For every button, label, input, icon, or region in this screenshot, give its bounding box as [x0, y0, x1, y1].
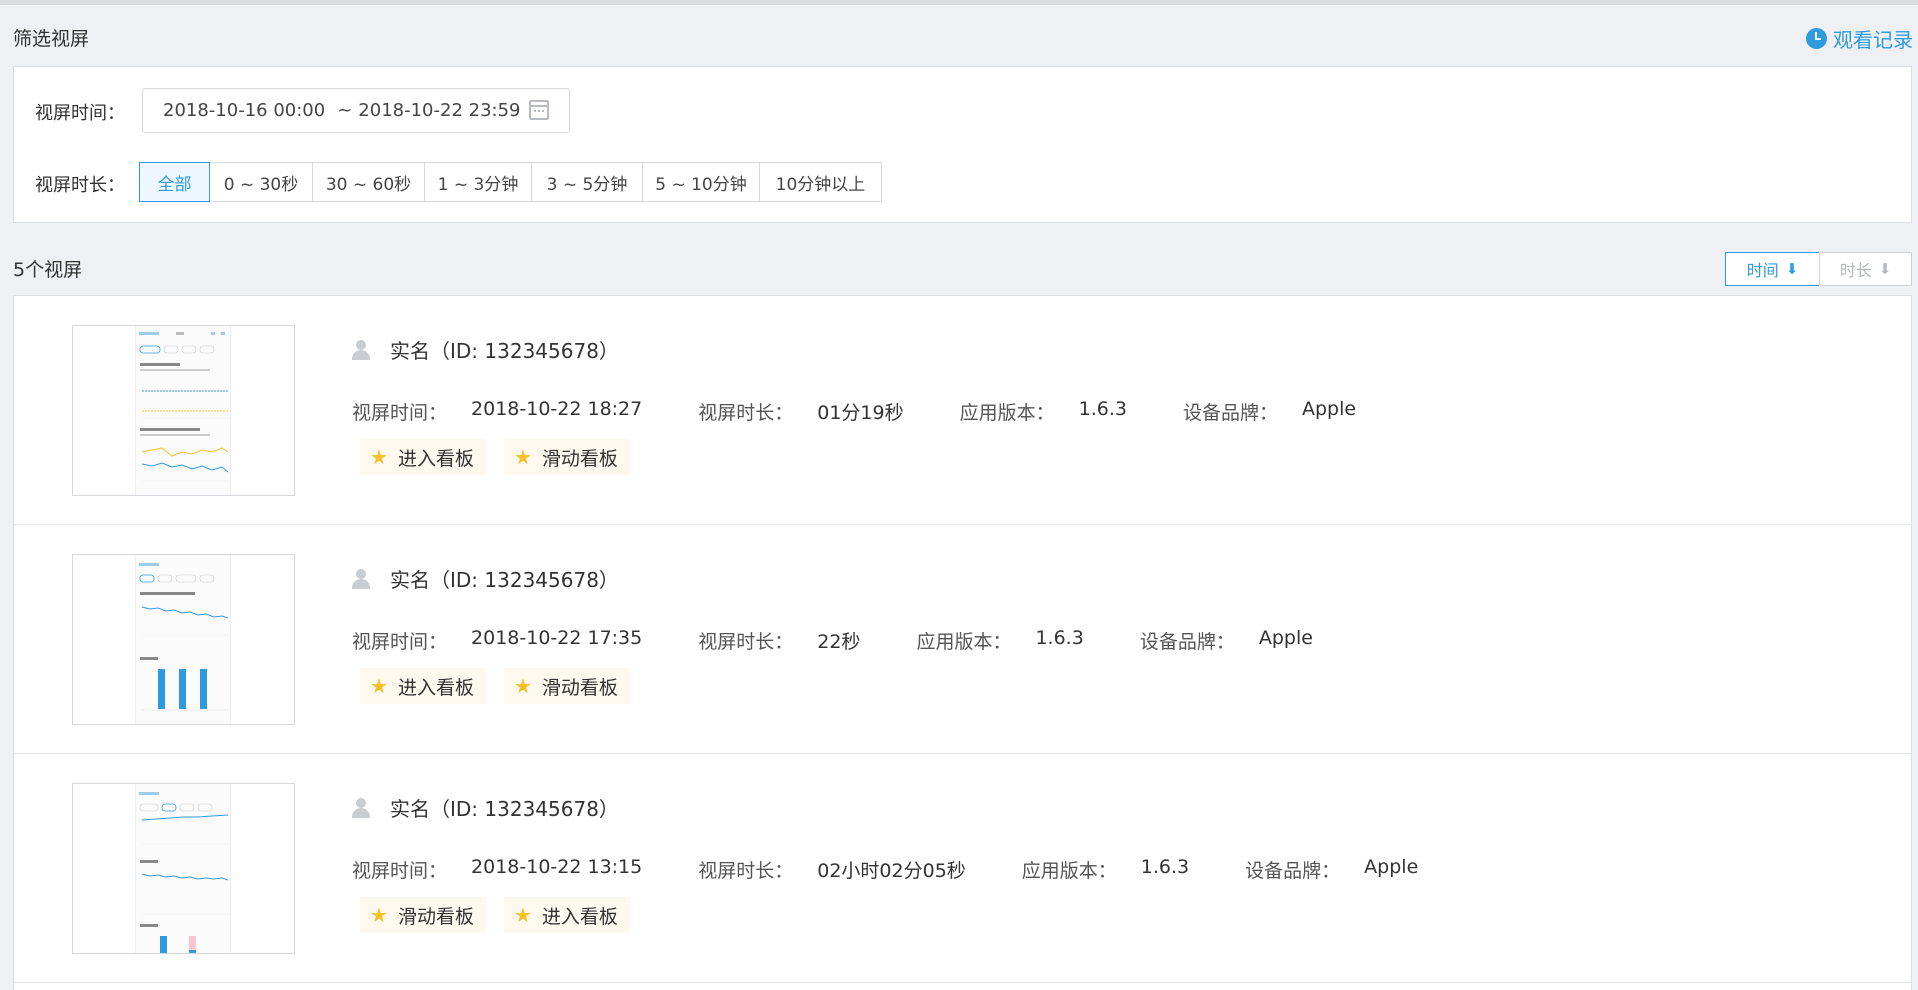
event-tag[interactable]: ★ 进入看板 — [360, 439, 486, 475]
meta-duration-key: 视屏时长： — [698, 402, 794, 424]
star-icon: ★ — [513, 445, 532, 469]
video-list: 实名（ID: 132345678） 视屏时间： 2018-10-22 18:27… — [13, 295, 1912, 990]
video-meta: 视屏时间： 2018-10-22 17:35 视屏时长： 22秒 应用版本： 1… — [352, 627, 1313, 654]
video-meta: 视屏时间： 2018-10-22 13:15 视屏时长： 02小时02分05秒 … — [352, 856, 1418, 883]
sort-by-duration-button[interactable]: 时长 ⬇ — [1819, 252, 1912, 286]
view-history-link[interactable]: 观看记录 — [1806, 24, 1913, 53]
clock-icon — [1806, 28, 1827, 49]
thumbnail-screen — [135, 326, 231, 495]
duration-option-0-30s[interactable]: 0 ~ 30秒 — [209, 162, 313, 202]
event-tag[interactable]: ★ 滑动看板 — [503, 668, 630, 704]
user-name: 实名（ID: 132345678） — [390, 568, 619, 592]
duration-filter-label: 视屏时长： — [35, 175, 125, 196]
event-tag-label: 进入看板 — [541, 905, 618, 928]
video-thumbnail[interactable] — [72, 554, 295, 725]
meta-time-value: 2018-10-22 13:15 — [471, 856, 643, 878]
user-info: 实名（ID: 132345678） — [352, 335, 619, 364]
user-info: 实名（ID: 132345678） — [352, 793, 619, 822]
video-card[interactable]: 实名（ID: 132345678） 视屏时间： 2018-10-22 17:35… — [14, 525, 1911, 754]
duration-option-3-5min[interactable]: 3 ~ 5分钟 — [531, 162, 643, 202]
meta-brand-value: Apple — [1302, 398, 1357, 420]
duration-option-10min-plus[interactable]: 10分钟以上 — [759, 162, 882, 202]
sort-duration-label: 时长 — [1839, 261, 1872, 280]
duration-option-30-60s[interactable]: 30 ~ 60秒 — [312, 162, 425, 202]
event-tag-label: 滑动看板 — [541, 676, 618, 699]
duration-filter-group: 全部 0 ~ 30秒 30 ~ 60秒 1 ~ 3分钟 3 ~ 5分钟 5 ~ … — [139, 162, 882, 202]
meta-brand-key: 设备品牌： — [1245, 860, 1341, 882]
thumbnail-screen — [135, 555, 231, 724]
video-card[interactable]: 实名（ID: 132345678） 视屏时间： 2018-10-22 18:27… — [14, 296, 1911, 525]
video-thumbnail[interactable] — [72, 325, 295, 496]
meta-brand-key: 设备品牌： — [1182, 402, 1278, 424]
user-icon — [352, 797, 370, 818]
user-name: 实名（ID: 132345678） — [390, 339, 619, 363]
meta-brand-value: Apple — [1364, 856, 1419, 878]
video-card[interactable]: 实名（ID: 132345678） 视屏时间： 2018-10-22 13:15… — [14, 754, 1911, 983]
meta-time-key: 视屏时间： — [352, 402, 448, 424]
event-tags: ★ 滑动看板 ★ 进入看板 — [360, 897, 648, 933]
star-icon: ★ — [370, 903, 388, 927]
date-end: 2018-10-22 23:59 — [358, 100, 521, 121]
meta-duration-value: 22秒 — [817, 631, 861, 653]
sort-toggle-group: 时间 ⬇ 时长 ⬇ — [1725, 252, 1912, 286]
filter-section-title: 筛选视屏 — [13, 28, 90, 50]
event-tag-label: 滑动看板 — [397, 905, 474, 928]
event-tags: ★ 进入看板 ★ 滑动看板 — [360, 439, 648, 475]
user-info: 实名（ID: 132345678） — [352, 564, 619, 593]
meta-time-key: 视屏时间： — [352, 860, 448, 882]
event-tag[interactable]: ★ 进入看板 — [360, 668, 486, 704]
date-separator: ~ — [337, 100, 353, 121]
sort-by-time-button[interactable]: 时间 ⬇ — [1725, 252, 1820, 286]
user-icon — [352, 568, 370, 589]
view-history-label: 观看记录 — [1833, 28, 1913, 52]
event-tag[interactable]: ★ 进入看板 — [503, 897, 630, 933]
event-tag[interactable]: ★ 滑动看板 — [360, 897, 486, 933]
event-tag-label: 滑动看板 — [541, 447, 618, 470]
duration-option-1-3min[interactable]: 1 ~ 3分钟 — [424, 162, 532, 202]
meta-version-value: 1.6.3 — [1140, 856, 1190, 878]
meta-duration-value: 02小时02分05秒 — [817, 860, 966, 882]
meta-version-value: 1.6.3 — [1078, 398, 1127, 420]
star-icon: ★ — [370, 674, 388, 698]
event-tag[interactable]: ★ 滑动看板 — [503, 439, 630, 475]
meta-duration-value: 01分19秒 — [817, 402, 904, 424]
user-icon — [352, 339, 370, 360]
thumbnail-screen — [135, 784, 231, 953]
video-count-title: 5个视屏 — [13, 259, 83, 281]
user-name: 实名（ID: 132345678） — [390, 797, 619, 821]
time-filter-label: 视屏时间： — [35, 103, 125, 124]
meta-version-key: 应用版本： — [1021, 860, 1117, 882]
arrow-down-icon: ⬇ — [1785, 260, 1799, 278]
calendar-icon[interactable] — [529, 100, 549, 120]
star-icon: ★ — [370, 445, 388, 469]
filter-panel: 视屏时间： 2018-10-16 00:00 ~ 2018-10-22 23:5… — [13, 66, 1912, 223]
event-tag-label: 进入看板 — [397, 447, 474, 470]
meta-time-value: 2018-10-22 17:35 — [471, 627, 643, 649]
duration-option-all[interactable]: 全部 — [139, 162, 210, 202]
duration-option-5-10min[interactable]: 5 ~ 10分钟 — [642, 162, 760, 202]
meta-time-key: 视屏时间： — [352, 631, 448, 653]
star-icon: ★ — [513, 674, 532, 698]
date-start: 2018-10-16 00:00 — [163, 100, 326, 121]
meta-time-value: 2018-10-22 18:27 — [471, 398, 643, 420]
meta-duration-key: 视屏时长： — [698, 631, 794, 653]
meta-version-key: 应用版本： — [916, 631, 1012, 653]
arrow-down-icon: ⬇ — [1878, 260, 1892, 278]
sort-time-label: 时间 — [1746, 261, 1779, 280]
top-divider — [0, 0, 1918, 5]
meta-version-value: 1.6.3 — [1035, 627, 1084, 649]
event-tags: ★ 进入看板 ★ 滑动看板 — [360, 668, 648, 704]
event-tag-label: 进入看板 — [397, 676, 474, 699]
meta-duration-key: 视屏时长： — [698, 860, 794, 882]
date-range-picker[interactable]: 2018-10-16 00:00 ~ 2018-10-22 23:59 — [142, 88, 570, 133]
meta-version-key: 应用版本： — [959, 402, 1055, 424]
meta-brand-value: Apple — [1258, 627, 1313, 649]
video-thumbnail[interactable] — [72, 783, 295, 954]
meta-brand-key: 设备品牌： — [1139, 631, 1235, 653]
video-meta: 视屏时间： 2018-10-22 18:27 视屏时长： 01分19秒 应用版本… — [352, 398, 1356, 425]
star-icon: ★ — [513, 903, 532, 927]
